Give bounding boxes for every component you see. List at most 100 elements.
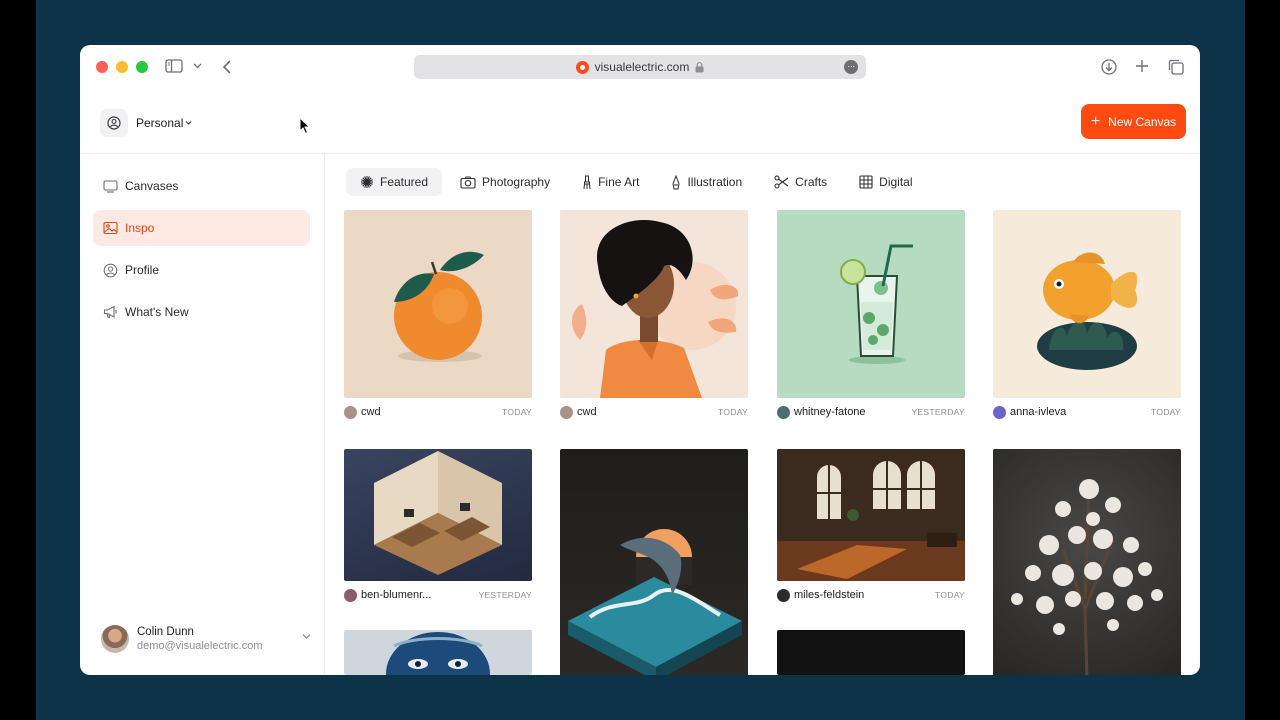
card-author[interactable]: ben-blumenr... xyxy=(344,588,432,602)
brush-icon xyxy=(583,175,591,189)
profile-icon xyxy=(103,263,118,277)
close-window-button[interactable] xyxy=(96,61,108,73)
card-author[interactable]: miles-feldstein xyxy=(777,588,865,602)
new-canvas-label: New Canvas xyxy=(1108,114,1177,129)
sidebar-item-canvases[interactable]: Canvases xyxy=(93,168,310,204)
blue-face-image[interactable] xyxy=(344,630,532,675)
card-author[interactable]: whitney-fatone xyxy=(777,405,866,419)
goldfish-illustration[interactable] xyxy=(993,210,1181,398)
tab-featured[interactable]: Featured xyxy=(346,168,443,196)
lock-icon xyxy=(695,61,704,72)
tab-label: Fine Art xyxy=(598,175,640,189)
tab-label: Digital xyxy=(879,175,913,189)
camera-icon xyxy=(460,176,476,189)
gallery-card[interactable]: cwd TODAY xyxy=(560,210,748,419)
chevron-down-icon[interactable] xyxy=(193,62,202,70)
tab-digital[interactable]: Digital xyxy=(845,168,926,196)
author-name: ben-blumenr... xyxy=(361,589,432,601)
card-meta: ben-blumenr... YESTERDAY xyxy=(344,588,532,602)
account-menu[interactable]: Colin Dunn demo@visualelectric.com xyxy=(101,625,311,653)
plus-icon: + xyxy=(1090,112,1101,130)
avatar xyxy=(344,405,357,419)
dark-image[interactable] xyxy=(777,630,965,675)
card-author[interactable]: anna-ivleva xyxy=(993,405,1067,419)
isometric-office-image[interactable] xyxy=(344,449,532,581)
card-date: TODAY xyxy=(1151,407,1181,417)
author-name: anna-ivleva xyxy=(1010,406,1067,418)
gallery-card[interactable] xyxy=(993,449,1181,675)
tab-illustration[interactable]: Illustration xyxy=(657,168,756,196)
tabs-overview-icon[interactable] xyxy=(1168,59,1184,75)
cocktail-illustration[interactable] xyxy=(777,210,965,398)
gallery-card[interactable] xyxy=(344,630,532,675)
card-date: YESTERDAY xyxy=(911,407,965,417)
megaphone-icon xyxy=(103,305,117,318)
gallery-card[interactable]: cwd TODAY xyxy=(344,210,532,419)
card-meta: whitney-fatone YESTERDAY xyxy=(777,405,965,419)
minimize-window-button[interactable] xyxy=(116,61,128,73)
tab-label: Featured xyxy=(380,175,429,189)
card-meta: anna-ivleva TODAY xyxy=(993,405,1181,419)
avatar xyxy=(777,588,790,602)
window-controls xyxy=(96,61,148,73)
more-icon[interactable]: ··· xyxy=(844,60,858,74)
gallery-card[interactable]: anna-ivleva TODAY xyxy=(993,210,1181,419)
download-icon[interactable] xyxy=(1101,59,1117,75)
sidebar-item-inspo[interactable]: Inspo xyxy=(93,210,310,246)
author-name: whitney-fatone xyxy=(794,406,866,418)
card-author[interactable]: cwd xyxy=(560,405,597,419)
user-circle-icon xyxy=(100,109,128,137)
card-date: YESTERDAY xyxy=(478,590,532,600)
workspace-switcher[interactable]: Personal xyxy=(100,109,192,137)
grid-icon xyxy=(859,175,873,189)
avatar xyxy=(777,405,790,419)
dolphin-wave-image[interactable] xyxy=(560,449,748,675)
app-header: Personal + New Canvas xyxy=(80,89,1200,154)
sidebar: Canvases Inspo Profile What's New Colin … xyxy=(80,154,325,675)
chevron-down-icon[interactable] xyxy=(302,633,311,640)
gallery-card[interactable]: ben-blumenr... YESTERDAY xyxy=(344,449,532,602)
browser-window: visualelectric.com ··· Personal + New Ca… xyxy=(80,45,1200,675)
author-name: cwd xyxy=(361,406,381,418)
author-name: cwd xyxy=(577,406,597,418)
canvases-icon xyxy=(103,180,118,193)
avatar xyxy=(101,625,129,653)
pen-icon xyxy=(672,174,680,189)
gallery-card[interactable] xyxy=(560,449,748,675)
tab-photography[interactable]: Photography xyxy=(446,168,564,196)
tab-label: Illustration xyxy=(687,175,743,189)
woman-portrait-illustration[interactable] xyxy=(560,210,748,398)
gallery-card[interactable]: miles-feldstein TODAY xyxy=(777,449,965,602)
tab-fine-art[interactable]: Fine Art xyxy=(568,168,653,196)
category-tabs: Featured Photography Fine Art Illustrati… xyxy=(346,168,927,196)
sidebar-item-whats-new[interactable]: What's New xyxy=(93,294,310,330)
card-date: TODAY xyxy=(502,407,532,417)
orange-illustration[interactable] xyxy=(344,210,532,398)
new-tab-icon[interactable] xyxy=(1135,59,1149,73)
chevron-down-icon xyxy=(186,121,192,125)
blossom-branch-image[interactable] xyxy=(993,449,1181,675)
sidebar-toggle-icon[interactable] xyxy=(165,59,183,73)
card-meta: cwd TODAY xyxy=(344,405,532,419)
card-author[interactable]: cwd xyxy=(344,405,381,419)
mouse-cursor-icon xyxy=(299,117,311,135)
new-canvas-button[interactable]: + New Canvas xyxy=(1081,104,1186,139)
scissors-icon xyxy=(774,175,789,189)
back-icon[interactable] xyxy=(222,59,232,75)
gallery-card[interactable] xyxy=(777,630,965,675)
user-name: Colin Dunn xyxy=(137,626,194,638)
tab-label: Photography xyxy=(482,175,551,189)
sidebar-item-profile[interactable]: Profile xyxy=(93,252,310,288)
gallery-card[interactable]: whitney-fatone YESTERDAY xyxy=(777,210,965,419)
address-bar[interactable]: visualelectric.com ··· xyxy=(414,55,866,79)
sidebar-item-label: What's New xyxy=(125,305,189,319)
url-text: visualelectric.com xyxy=(594,60,690,74)
sidebar-item-label: Inspo xyxy=(125,221,155,235)
card-date: TODAY xyxy=(935,590,965,600)
browser-toolbar: visualelectric.com ··· xyxy=(80,45,1200,89)
author-name: miles-feldstein xyxy=(794,589,865,601)
card-date: TODAY xyxy=(718,407,748,417)
tab-crafts[interactable]: Crafts xyxy=(760,168,841,196)
zoom-window-button[interactable] xyxy=(136,61,148,73)
sunlit-loft-image[interactable] xyxy=(777,449,965,581)
